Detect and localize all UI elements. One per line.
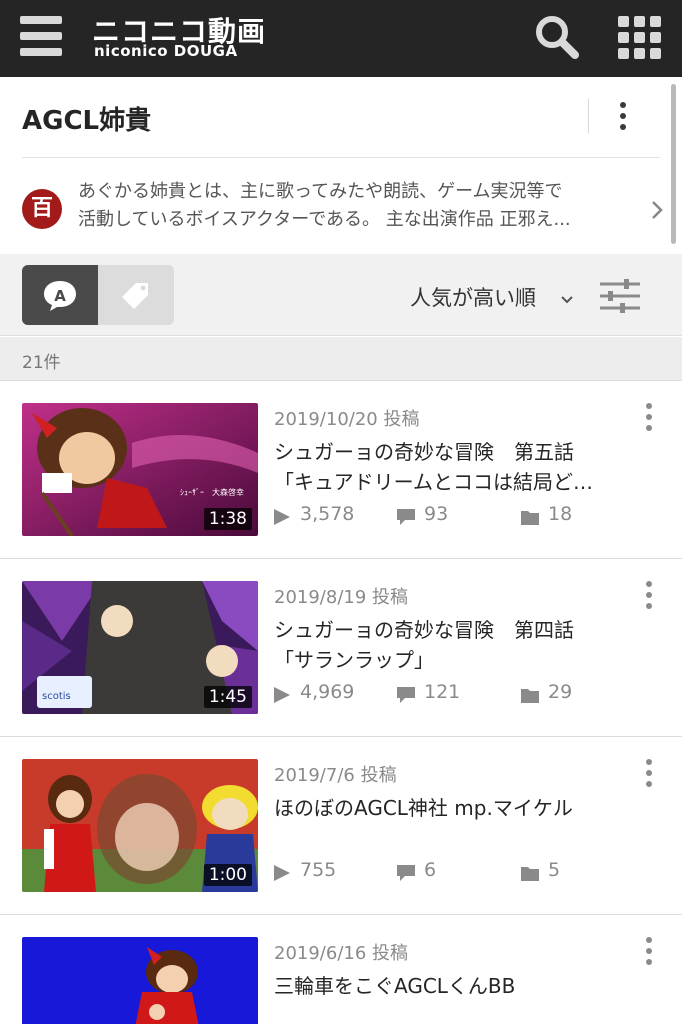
video-thumbnail[interactable] [22,937,258,1024]
folder-icon [521,867,539,881]
video-thumbnail[interactable]: ｼｭｰｻﾞｰ 大森啓幸 1:38 [22,403,258,536]
video-duration: 1:38 [203,508,252,530]
menu-icon[interactable] [20,16,62,56]
comment-icon [397,865,415,881]
channel-description[interactable]: 百 あぐかる姉貴とは、主に歌ってみたや朗読、ゲーム実況等で 活動しているボイスア… [0,172,682,242]
post-date: 2019/10/20 投稿 [274,409,420,430]
search-type-toggle: A [22,265,174,325]
video-item[interactable]: ｼｭｰｻﾞｰ 大森啓幸 1:38 2019/10/20 投稿 シュガーョの奇妙な… [0,381,682,559]
divider [588,98,589,134]
niconico-logo[interactable]: ニコニコ動画 niconico DOUGA [92,10,265,68]
folder-icon [521,511,539,525]
play-icon [274,687,290,703]
video-thumbnail[interactable]: 1:00 [22,759,258,892]
channel-more-icon[interactable] [618,100,628,132]
video-title-line: シュガーョの奇妙な冒険 第四話 [274,618,574,642]
tag-icon [122,283,148,309]
chevron-down-icon [560,290,574,304]
dictionary-badge-icon: 百 [22,189,62,229]
svg-text:A: A [54,287,66,305]
video-stats: 4,969 121 29 [272,679,632,709]
video-more-icon[interactable] [644,579,654,611]
video-title[interactable]: シュガーョの奇妙な冒険 第四話 「サランラップ」 [274,615,626,675]
tag-tab[interactable] [98,265,174,325]
video-title-line: 「サランラップ」 [274,648,434,672]
svg-text:ｼｭｰｻﾞｰ: ｼｭｰｻﾞｰ [180,488,204,497]
post-date: 2019/8/19 投稿 [274,587,409,608]
keyword-tab[interactable]: A [22,265,98,325]
list-toolbar: A 人気が高い順 [0,254,682,336]
svg-text:scotis: scotis [42,691,71,702]
video-item[interactable]: 1:00 2019/7/6 投稿 ほのぼのAGCL神社 mp.マイケル 755 … [0,737,682,915]
post-date: 2019/6/16 投稿 [274,943,409,964]
apps-grid-icon[interactable] [616,14,664,62]
comment-icon [397,687,415,703]
play-icon [274,865,290,881]
video-more-icon[interactable] [644,935,654,967]
video-duration: 1:00 [203,864,252,886]
video-title[interactable]: ほのぼのAGCL神社 mp.マイケル [274,793,626,823]
divider [22,157,660,158]
chevron-right-icon [650,200,664,220]
result-count-bar: 21件 [0,337,682,381]
sort-dropdown[interactable]: 人気が高い順 [410,282,536,312]
video-title-line: 三輪車をこぐAGCLくんBB [274,974,516,998]
top-bar: ニコニコ動画 niconico DOUGA [0,0,682,77]
video-duration: 1:45 [203,686,252,708]
channel-title: AGCL姉貴 [22,106,152,136]
description-line: 活動しているボイスアクターである。 主な出演作品 正邪え... [78,209,571,230]
folder-icon [521,689,539,703]
video-thumbnail[interactable]: scotis 1:45 [22,581,258,714]
keyword-search-icon: A [44,281,76,311]
video-title-line: 「キュアドリームとココは結局ど… [274,470,593,494]
video-stats: 3,578 93 18 [272,501,632,531]
post-date: 2019/7/6 投稿 [274,765,397,786]
search-icon[interactable] [532,12,582,62]
video-more-icon[interactable] [644,757,654,789]
play-icon [274,509,290,525]
video-title-line: ほのぼのAGCL神社 mp.マイケル [274,796,573,820]
logo-text-en: niconico DOUGA [94,42,238,60]
video-item[interactable]: scotis 1:45 2019/8/19 投稿 シュガーョの奇妙な冒険 第四話… [0,559,682,737]
video-item[interactable]: 2019/6/16 投稿 三輪車をこぐAGCLくんBB [0,915,682,1024]
video-title[interactable]: シュガーョの奇妙な冒険 第五話 「キュアドリームとココは結局ど… [274,437,626,497]
video-stats: 755 6 5 [272,857,632,887]
filter-settings-icon[interactable] [596,276,644,316]
svg-text:大森啓幸: 大森啓幸 [212,487,244,497]
description-line: あぐかる姉貴とは、主に歌ってみたや朗読、ゲーム実況等で [78,181,563,202]
video-title-line: シュガーョの奇妙な冒険 第五話 [274,440,574,464]
description-text: あぐかる姉貴とは、主に歌ってみたや朗読、ゲーム実況等で 活動しているボイスアクタ… [78,178,636,234]
result-count: 21件 [22,353,61,373]
video-more-icon[interactable] [644,401,654,433]
video-title[interactable]: 三輪車をこぐAGCLくんBB [274,971,626,1001]
comment-icon [397,509,415,525]
